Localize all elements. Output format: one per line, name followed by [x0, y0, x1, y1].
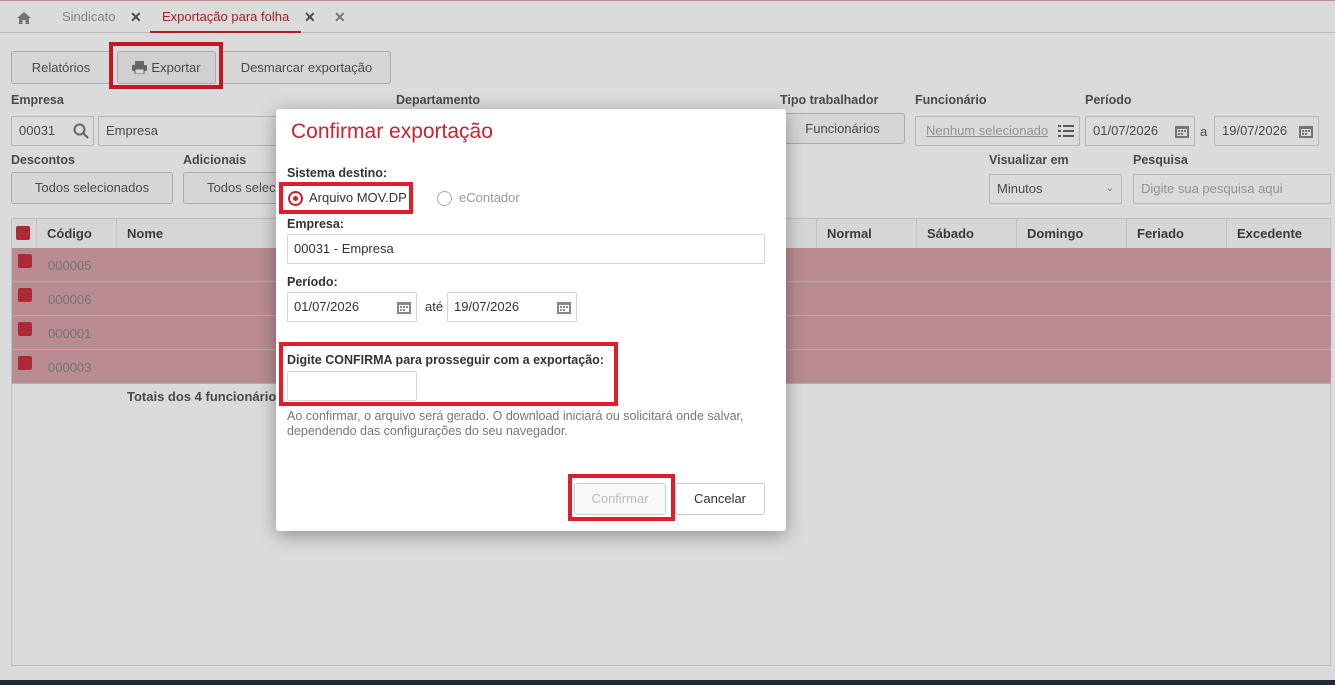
option-label-econtador[interactable]: eContador	[459, 190, 520, 205]
taskbar-edge	[0, 680, 1335, 685]
periodo-ate-field[interactable]: 19/07/2026	[447, 292, 577, 322]
sistema-destino-label: Sistema destino:	[287, 166, 388, 180]
cancel-button[interactable]: Cancelar	[675, 483, 765, 515]
confirm-button[interactable]: Confirmar	[574, 483, 666, 515]
export-hint-text: Ao confirmar, o arquivo será gerado. O d…	[287, 409, 744, 438]
dialog-title: Confirmar exportação	[291, 120, 493, 143]
empresa-label: Empresa:	[287, 217, 344, 231]
confirma-input[interactable]	[287, 371, 417, 401]
confirm-export-dialog: Confirmar exportação Sistema destino: Ar…	[276, 109, 786, 531]
calendar-icon[interactable]	[397, 300, 411, 314]
calendar-icon[interactable]	[557, 300, 571, 314]
radio-econtador[interactable]	[437, 191, 452, 206]
radio-arquivo-movdp[interactable]	[288, 191, 303, 206]
confirma-label: Digite CONFIRMA para prosseguir com a ex…	[287, 353, 604, 367]
periodo-label: Período:	[287, 275, 338, 289]
periodo-de-field[interactable]: 01/07/2026	[287, 292, 417, 322]
option-label-movdp[interactable]: Arquivo MOV.DP	[309, 190, 407, 205]
periodo-separator: até	[425, 299, 444, 314]
empresa-field[interactable]: 00031 - Empresa	[287, 234, 765, 264]
